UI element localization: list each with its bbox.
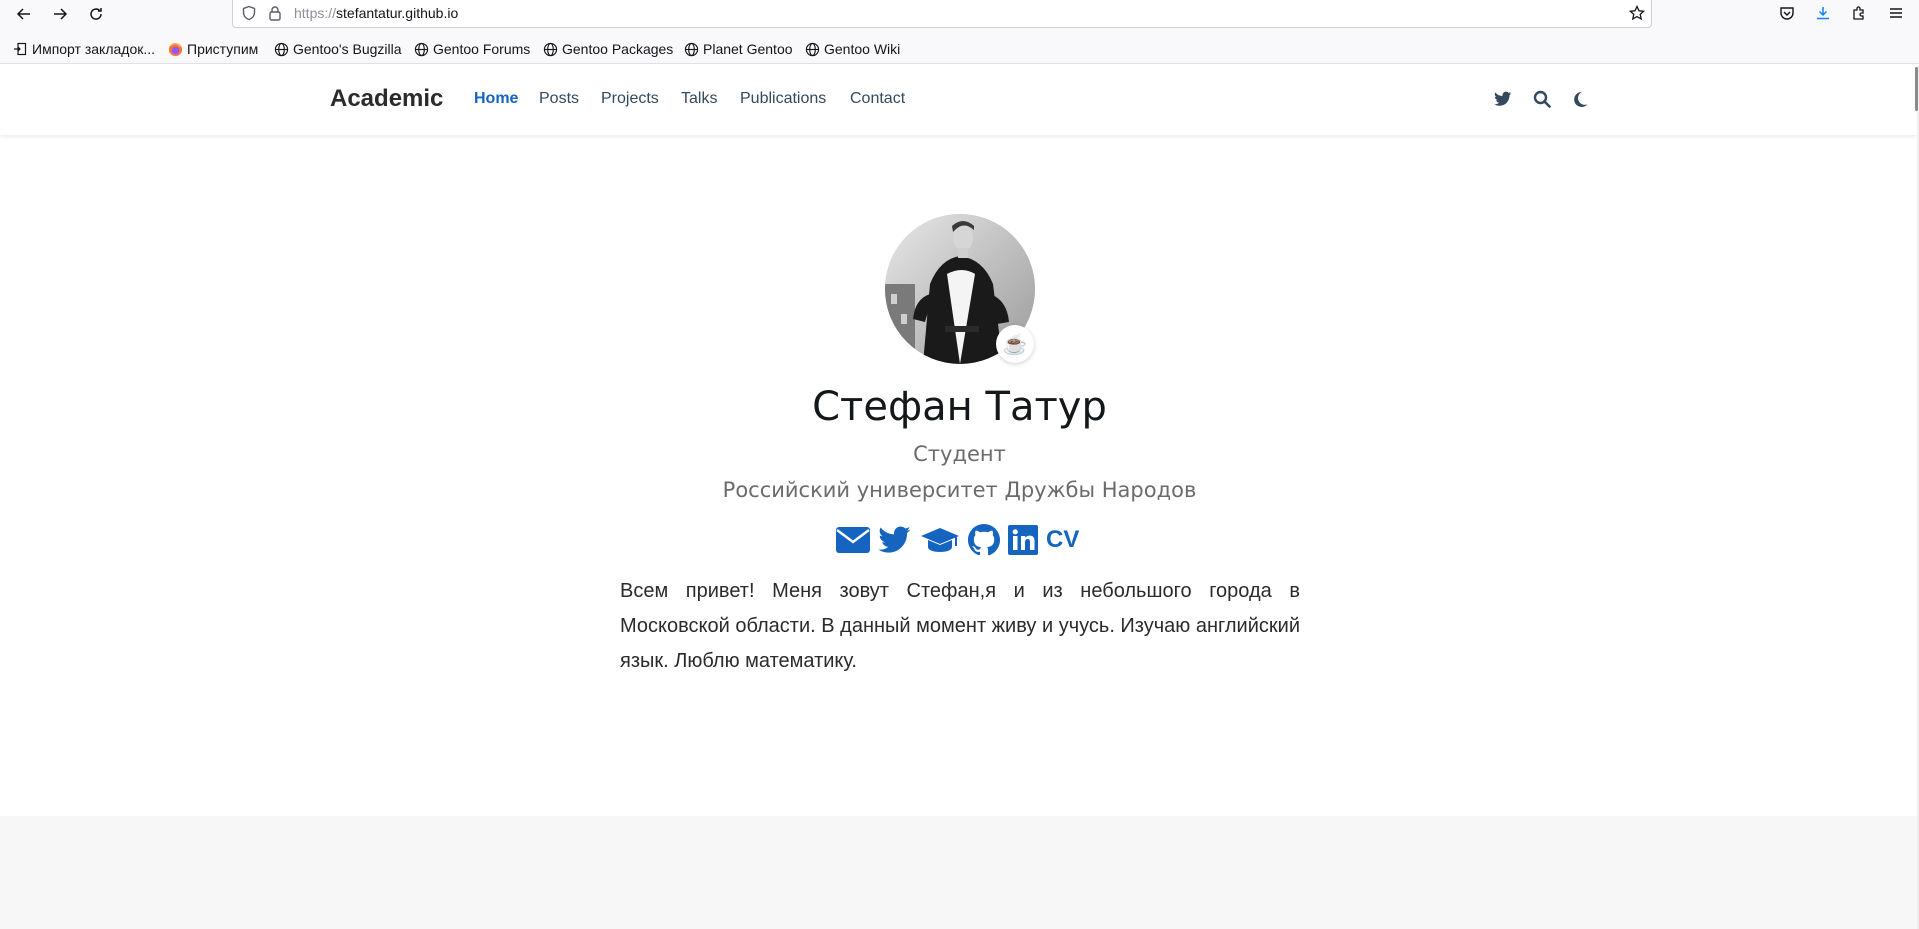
site-brand[interactable]: Academic	[330, 85, 443, 113]
reload-button[interactable]	[84, 2, 108, 26]
bookmark-gentoo-wiki[interactable]: Gentoo Wiki	[804, 40, 900, 58]
back-button[interactable]	[12, 2, 36, 26]
linkedin-icon	[1008, 525, 1038, 555]
globe-icon	[683, 41, 699, 57]
twitter-icon[interactable]	[1493, 89, 1513, 109]
nav-talks[interactable]: Talks	[681, 90, 717, 108]
globe-icon	[542, 41, 558, 57]
coffee-emoji: ☕	[1002, 333, 1028, 356]
globe-icon	[273, 41, 289, 57]
url-bar[interactable]: https://stefantatur.github.io	[232, 0, 1652, 28]
nav-contact[interactable]: Contact	[850, 90, 905, 108]
profile-organization: Российский университет Дружбы Народов	[722, 478, 1197, 502]
linkedin-link[interactable]	[1008, 523, 1038, 557]
bookmark-star-icon[interactable]	[1628, 4, 1646, 21]
graduation-cap-icon	[921, 528, 959, 552]
hamburger-menu-icon[interactable]	[1886, 3, 1906, 23]
reload-icon	[90, 8, 102, 20]
url-scheme: https://	[294, 5, 337, 21]
firefox-icon	[167, 41, 183, 57]
nav-home[interactable]: Home	[474, 90, 518, 108]
bookmark-label: Импорт закладок...	[32, 41, 156, 57]
email-icon	[836, 527, 870, 553]
profile-name: Стефан Татур	[812, 384, 1107, 430]
globe-icon	[804, 41, 820, 57]
email-link[interactable]	[836, 523, 870, 557]
moon-icon[interactable]	[1570, 89, 1590, 109]
github-link[interactable]	[968, 523, 1000, 557]
bookmark-label: Приступим	[187, 41, 259, 57]
pocket-icon[interactable]	[1777, 3, 1797, 23]
bookmark-label: Gentoo's Bugzilla	[293, 41, 402, 57]
url-text[interactable]: https://stefantatur.github.io	[294, 5, 458, 21]
twitter-icon	[878, 526, 911, 553]
search-icon[interactable]	[1532, 89, 1552, 109]
lock-icon[interactable]	[267, 5, 283, 21]
bookmark-label: Gentoo Forums	[433, 41, 531, 57]
status-badge: ☕	[996, 325, 1034, 363]
nav-projects[interactable]: Projects	[601, 90, 659, 108]
nav-publications[interactable]: Publications	[740, 90, 826, 108]
arrow-left-icon	[16, 8, 30, 20]
bookmark-planet-gentoo[interactable]: Planet Gentoo	[683, 40, 793, 58]
site-navbar: Academic Home Posts Projects Talks Publi…	[0, 65, 1917, 135]
github-icon	[968, 524, 1000, 556]
bookmarks-toolbar: Импорт закладок... Приступим Gentoo's Bu…	[0, 36, 1919, 62]
profile-role: Студент	[913, 442, 1006, 466]
social-links: CV	[836, 522, 1079, 558]
shield-icon[interactable]	[241, 5, 257, 21]
bookmark-label: Planet Gentoo	[703, 41, 793, 57]
bookmark-gentoo-bugzilla[interactable]: Gentoo's Bugzilla	[273, 40, 402, 58]
import-icon	[12, 41, 28, 57]
google-scholar-link[interactable]	[920, 523, 960, 557]
twitter-link[interactable]	[878, 523, 912, 557]
nav-posts[interactable]: Posts	[539, 90, 579, 108]
download-icon[interactable]	[1813, 3, 1833, 23]
url-host: stefantatur.github.io	[336, 5, 459, 21]
globe-icon	[413, 41, 429, 57]
cv-link[interactable]: CV	[1046, 523, 1079, 557]
forward-button[interactable]	[48, 2, 72, 26]
bookmark-gentoo-forums[interactable]: Gentoo Forums	[413, 40, 530, 58]
bookmark-label: Gentoo Wiki	[824, 41, 901, 57]
scrollbar-thumb[interactable]	[1915, 67, 1918, 111]
bookmark-gentoo-packages[interactable]: Gentoo Packages	[542, 40, 673, 58]
browser-toolbar: https://stefantatur.github.io	[0, 0, 1919, 28]
extensions-icon[interactable]	[1849, 3, 1869, 23]
profile-bio: Всем привет! Меня зовут Стефан,я и из не…	[620, 580, 1300, 672]
next-section-band	[0, 816, 1917, 929]
bookmark-get-started[interactable]: Приступим	[167, 40, 258, 58]
bookmark-label: Gentoo Packages	[562, 41, 674, 57]
arrow-right-icon	[54, 8, 68, 20]
bookmark-import[interactable]: Импорт закладок...	[12, 40, 155, 58]
